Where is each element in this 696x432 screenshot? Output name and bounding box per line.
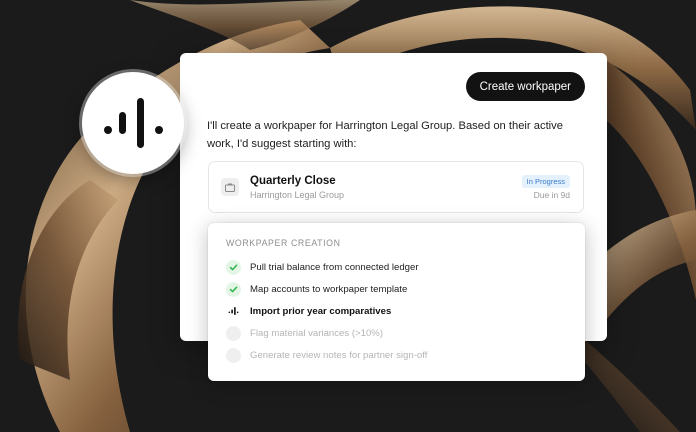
task-card-quarterly-close[interactable]: Quarterly Close Harrington Legal Group I… [208,161,584,213]
step-map-accounts: Map accounts to workpaper template [226,281,407,297]
loading-bars-icon [226,304,241,319]
status-badge: In Progress [521,175,570,188]
audio-bars-logo-icon [104,98,163,148]
pending-circle-icon [226,325,241,341]
pending-circle-icon [226,347,241,363]
check-icon [226,281,241,297]
step-pull-trial-balance: Pull trial balance from connected ledger [226,259,419,275]
create-workpaper-button[interactable]: Create workpaper [465,72,585,101]
step-generate-review-notes: Generate review notes for partner sign-o… [226,347,427,363]
step-label: Generate review notes for partner sign-o… [250,349,428,361]
step-label: Import prior year comparatives [250,305,392,317]
check-icon [226,259,241,275]
panel-header: WORKPAPER CREATION [226,238,341,248]
step-flag-variances: Flag material variances (>10%) [226,325,383,341]
task-client: Harrington Legal Group [250,190,345,200]
due-date: Due in 9d [533,190,570,200]
task-title: Quarterly Close [250,175,336,187]
step-label: Map accounts to workpaper template [250,283,408,295]
briefcase-icon [221,178,239,196]
step-label: Pull trial balance from connected ledger [250,261,419,273]
step-import-prior-year: Import prior year comparatives [226,303,391,319]
assistant-message: I'll create a workpaper for Harrington L… [207,120,563,150]
workpaper-creation-panel: WORKPAPER CREATION Pull trial balance fr… [208,223,585,381]
step-label: Flag material variances (>10%) [250,327,384,339]
app-logo [82,72,184,174]
